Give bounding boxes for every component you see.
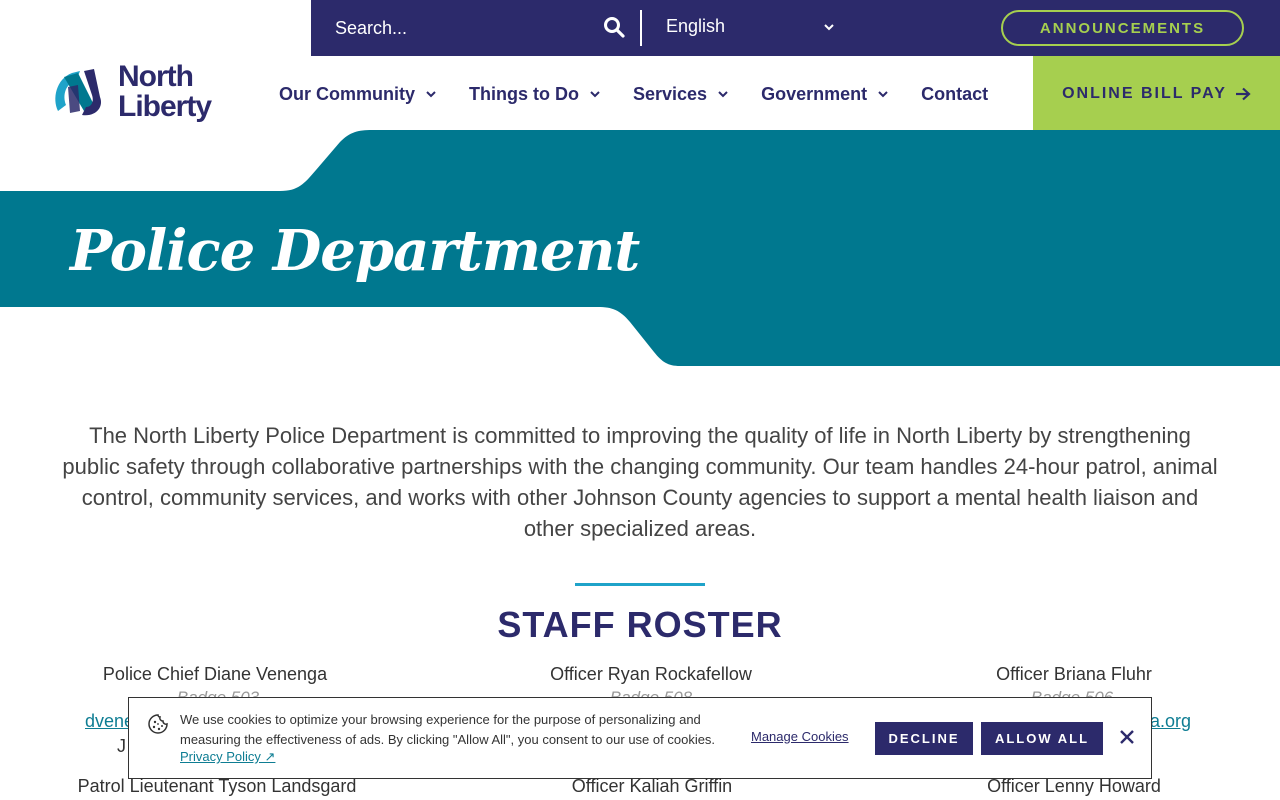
cookie-message: We use cookies to optimize your browsing… <box>180 712 716 747</box>
manage-cookies-link[interactable]: Manage Cookies <box>751 729 849 744</box>
search-input[interactable] <box>335 14 595 42</box>
north-liberty-logo[interactable]: North Liberty <box>50 62 230 126</box>
language-select[interactable]: English <box>666 14 836 42</box>
arrow-right-icon <box>1235 87 1251 101</box>
page-title: Police Department <box>70 218 640 284</box>
privacy-policy-link[interactable]: Privacy Policy ↗ <box>180 749 275 765</box>
utility-bar: English ANNOUNCEMENTS <box>311 0 1280 56</box>
online-bill-pay-button[interactable]: ONLINE BILL PAY <box>1033 56 1280 132</box>
decline-button[interactable]: DECLINE <box>875 722 973 755</box>
logo-text-line1: North <box>118 60 194 93</box>
logo-text-line2: Liberty <box>118 90 212 123</box>
section-divider <box>575 583 705 586</box>
nav-item-label: Government <box>761 83 868 104</box>
staff-name: Police Chief Diane Venenga <box>102 664 328 684</box>
language-select-value: English <box>666 16 726 36</box>
close-icon[interactable] <box>1118 728 1136 746</box>
staff-email-link[interactable]: a.org <box>1150 711 1191 732</box>
cookie-banner: We use cookies to optimize your browsing… <box>128 697 1152 779</box>
intro-paragraph: The North Liberty Police Department is c… <box>62 423 1218 541</box>
nav-item-label: Contact <box>921 83 989 104</box>
nav-government[interactable]: Government <box>761 80 889 108</box>
logo-mark-icon <box>55 69 102 116</box>
cookie-icon <box>148 714 168 734</box>
staff-name: Officer Ryan Rockafellow <box>550 664 752 684</box>
staff-name: Patrol Lieutenant Tyson Landsgard <box>77 776 357 796</box>
search-icon[interactable] <box>603 16 627 40</box>
chevron-down-icon <box>426 91 436 98</box>
utility-divider <box>640 10 642 46</box>
chevron-down-icon <box>718 91 728 98</box>
main-nav: Our Community Things to Do Services Gove… <box>279 80 1020 108</box>
chevron-down-icon <box>878 91 888 98</box>
chevron-down-icon <box>824 24 834 31</box>
nav-our-community[interactable]: Our Community <box>279 80 437 108</box>
logo-text: North Liberty <box>118 60 212 123</box>
staff-phone: J <box>117 736 126 756</box>
nav-services[interactable]: Services <box>633 80 729 108</box>
staff-name: Officer Kaliah Griffin <box>571 776 733 796</box>
nav-item-label: Our Community <box>279 83 416 104</box>
allow-all-button[interactable]: ALLOW ALL <box>981 722 1103 755</box>
staff-roster-heading: STAFF ROSTER <box>497 604 783 645</box>
announcements-button[interactable]: ANNOUNCEMENTS <box>1001 10 1244 46</box>
staff-name: Officer Lenny Howard <box>987 776 1161 796</box>
nav-things-to-do[interactable]: Things to Do <box>469 80 601 108</box>
nav-contact[interactable]: Contact <box>921 80 988 108</box>
staff-name: Officer Briana Fluhr <box>996 664 1152 684</box>
staff-email-link[interactable]: dvene <box>85 711 134 732</box>
nav-item-label: Things to Do <box>469 83 579 104</box>
nav-item-label: Services <box>633 83 708 104</box>
bill-pay-label: ONLINE BILL PAY <box>1062 85 1227 102</box>
chevron-down-icon <box>590 91 600 98</box>
